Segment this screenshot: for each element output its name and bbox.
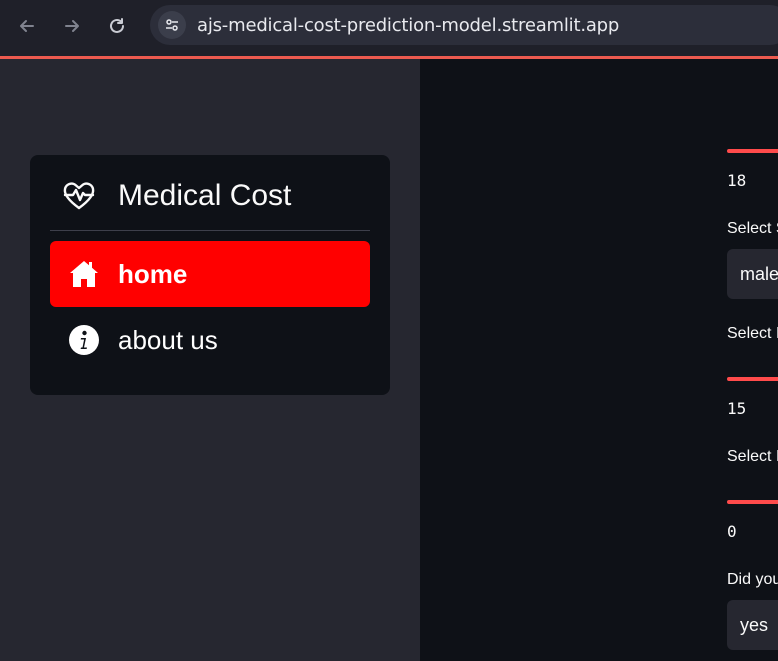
smoker-select[interactable]: yes [727,600,778,650]
sidebar: Medical Cost home about us [0,59,420,661]
age-slider[interactable] [727,149,778,153]
heart-pulse-icon [63,182,95,210]
smoker-select-label: Did you [727,571,778,588]
reload-button[interactable] [103,12,131,40]
site-info-button[interactable] [158,11,186,39]
children-slider-value: 0 [727,522,737,541]
info-circle-icon [68,324,100,356]
back-button[interactable] [13,12,41,40]
arrow-right-icon [65,20,79,32]
menu-title: Medical Cost [118,179,292,212]
menu-item-label: about us [118,324,218,355]
forward-button[interactable] [58,12,86,40]
menu-item-about-us[interactable]: about us [50,307,370,373]
age-slider-value: 18 [727,171,747,190]
option-menu: Medical Cost home about us [30,155,390,395]
sex-select-label: Select S [727,220,778,237]
main-content: 18 Select S male Select I 15 Select I 0 … [420,59,778,661]
children-slider[interactable] [727,500,778,504]
menu-divider [50,230,370,231]
bmi-slider-label: Select I [727,325,778,342]
address-bar[interactable]: ajs-medical-cost-prediction-model.stream… [150,5,778,45]
bmi-slider-value: 15 [727,399,747,418]
browser-toolbar: ajs-medical-cost-prediction-model.stream… [0,0,778,59]
children-slider-label: Select I [727,448,778,465]
house-icon [68,258,100,290]
bmi-slider[interactable] [727,377,778,381]
menu-header: Medical Cost [30,155,390,231]
menu-item-label: home [118,258,188,289]
arrow-left-icon [20,20,34,32]
tune-icon [166,19,178,31]
reload-icon [110,18,124,33]
url-text[interactable]: ajs-medical-cost-prediction-model.stream… [197,15,619,36]
sex-select[interactable]: male [727,249,778,299]
menu-item-home[interactable]: home [50,241,370,307]
